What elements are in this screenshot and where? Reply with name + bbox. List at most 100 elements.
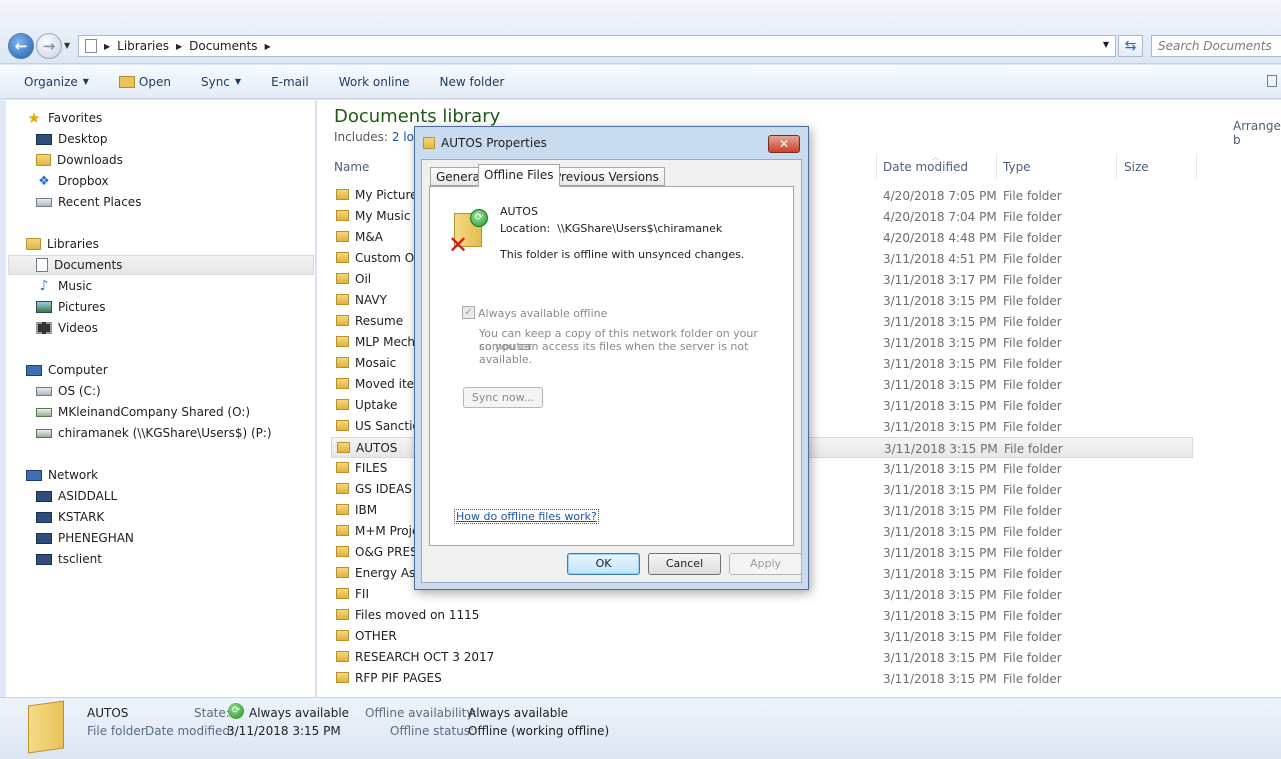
table-row[interactable]: OTHER 3/11/2018 3:15 PM File folder — [331, 626, 1193, 647]
organize-button[interactable]: Organize ▼ — [24, 75, 89, 89]
recent-pages-dropdown-icon[interactable]: ▼ — [64, 41, 70, 50]
cancel-button[interactable]: Cancel — [648, 553, 721, 575]
nav-music[interactable]: ♪ Music — [36, 276, 93, 296]
file-type: File folder — [1003, 210, 1062, 224]
column-divider[interactable] — [1116, 154, 1117, 178]
nav-asiddall[interactable]: ASIDDALL — [36, 486, 117, 506]
ok-button[interactable]: OK — [567, 553, 640, 575]
work-online-button[interactable]: Work online — [339, 75, 410, 89]
nav-pheneghan[interactable]: PHENEGHAN — [36, 528, 134, 548]
nav-network[interactable]: Network — [26, 465, 98, 485]
column-divider[interactable] — [1196, 154, 1197, 178]
folder-icon — [423, 137, 435, 149]
arrange-by-dropdown[interactable]: Arrange b — [1233, 119, 1281, 147]
sync-button[interactable]: Sync ▼ — [201, 75, 241, 89]
breadcrumb-separator-icon[interactable]: ▶ — [176, 42, 182, 51]
file-date: 3/11/2018 3:17 PM — [883, 273, 997, 287]
breadcrumb-libraries[interactable]: Libraries — [117, 39, 169, 53]
column-header-name[interactable]: Name — [334, 160, 369, 174]
nav-tsclient[interactable]: tsclient — [36, 549, 102, 569]
nav-videos[interactable]: Videos — [36, 318, 98, 338]
open-folder-icon — [118, 75, 135, 88]
tab-previous-versions[interactable]: Previous Versions — [548, 167, 665, 186]
file-name: Oil — [355, 272, 372, 286]
file-date: 3/11/2018 3:15 PM — [883, 357, 997, 371]
apply-button[interactable]: Apply — [729, 553, 802, 575]
offline-files-help-link[interactable]: How do offline files work? — [454, 509, 599, 524]
nav-recent-places[interactable]: Recent Places — [36, 192, 141, 212]
sync-label: Sync — [200, 74, 230, 89]
table-row[interactable]: Files moved on 1115 3/11/2018 3:15 PM File… — [331, 605, 1193, 626]
tab-offline-files[interactable]: Offline Files — [478, 164, 560, 187]
includes-line: Includes: 2 loc — [334, 130, 421, 144]
nav-libraries[interactable]: Libraries — [26, 234, 99, 254]
folder-icon — [336, 630, 349, 641]
nav-label: Pictures — [58, 300, 106, 314]
breadcrumb-separator-icon[interactable]: ▶ — [265, 42, 271, 51]
details-name: AUTOS — [87, 706, 129, 720]
file-type: File folder — [1003, 399, 1062, 413]
nav-pictures[interactable]: Pictures — [36, 297, 106, 317]
file-type: File folder — [1003, 630, 1062, 644]
nav-label: MKleinandCompany Shared (O:) — [58, 405, 251, 419]
table-row[interactable]: RFP PIF PAGES 3/11/2018 3:15 PM File folde… — [331, 668, 1193, 689]
address-box[interactable]: ▶ Libraries ▶ Documents ▶ ▼ — [78, 35, 1116, 57]
file-date: 3/11/2018 3:15 PM — [883, 315, 997, 329]
nav-desktop[interactable]: Desktop — [36, 129, 108, 149]
properties-dialog: AUTOS Properties ✕ General Offline Files… — [414, 126, 809, 590]
refresh-button[interactable]: ⇆ — [1118, 35, 1143, 57]
nav-computer[interactable]: Computer — [26, 360, 108, 380]
folder-icon — [336, 336, 349, 347]
column-divider[interactable] — [876, 154, 877, 178]
search-input[interactable]: Search Documents — [1151, 35, 1281, 57]
close-button[interactable]: ✕ — [768, 135, 800, 153]
file-name: US Sanctio — [355, 419, 420, 433]
column-header-size[interactable]: Size — [1124, 160, 1149, 174]
nav-documents[interactable]: Documents — [8, 255, 314, 275]
always-available-checkbox[interactable]: ✓ — [462, 306, 475, 319]
folder-icon — [336, 399, 349, 410]
new-folder-button[interactable]: New folder — [440, 75, 505, 89]
sync-now-button[interactable]: Sync now... — [463, 387, 543, 408]
file-date: 3/11/2018 3:15 PM — [883, 546, 997, 560]
nav-dropbox[interactable]: ❖ Dropbox — [36, 171, 108, 191]
details-date-value: 3/11/2018 3:15 PM — [227, 724, 341, 738]
nav-kstark[interactable]: KSTARK — [36, 507, 104, 527]
address-dropdown-icon[interactable]: ▼ — [1103, 40, 1109, 49]
details-state-label: State: — [194, 706, 230, 720]
file-type: File folder — [1003, 546, 1062, 560]
file-type: File folder — [1003, 252, 1062, 266]
folder-name: AUTOS — [500, 205, 538, 218]
pictures-icon — [36, 301, 52, 313]
file-date: 3/11/2018 3:15 PM — [883, 420, 997, 434]
forward-button[interactable]: → — [36, 33, 62, 59]
nav-shared-o[interactable]: MKleinandCompany Shared (O:) — [36, 402, 250, 422]
offline-folder-icon: ⟳ ✕ — [448, 209, 488, 257]
network-drive-icon — [36, 407, 52, 417]
column-divider[interactable] — [996, 154, 997, 178]
file-date: 3/11/2018 4:51 PM — [883, 252, 997, 266]
nav-downloads[interactable]: Downloads — [36, 150, 123, 170]
open-button[interactable]: Open — [118, 75, 171, 89]
breadcrumb-documents[interactable]: Documents — [189, 39, 257, 53]
back-button[interactable]: ← — [8, 33, 34, 59]
file-date: 3/11/2018 3:15 PM — [883, 672, 997, 686]
nav-favorites[interactable]: ★ Favorites — [26, 108, 102, 128]
file-type: File folder — [1003, 378, 1062, 392]
file-date: 4/20/2018 4:48 PM — [883, 231, 997, 245]
nav-os-c[interactable]: OS (C:) — [36, 381, 101, 401]
table-row[interactable]: RESEARCH OCT 3 2017 3/11/2018 3:15 PM File… — [331, 647, 1193, 668]
nav-share-p[interactable]: chiramanek (\\KGShare\Users$) (P:) — [36, 423, 272, 443]
view-options-icon[interactable] — [1267, 75, 1277, 87]
sync-icon: ⟳ — [470, 209, 488, 227]
column-header-type[interactable]: Type — [1003, 160, 1031, 174]
file-name: My Picture — [355, 188, 418, 202]
email-button[interactable]: E-mail — [271, 75, 309, 89]
breadcrumb-separator-icon[interactable]: ▶ — [104, 42, 110, 51]
file-date: 3/11/2018 3:15 PM — [883, 609, 997, 623]
details-pane: AUTOS File folder State: ⟳ Always availa… — [0, 697, 1281, 759]
details-status-value: Offline (working offline) — [468, 724, 610, 738]
column-header-date[interactable]: Date modified — [883, 160, 968, 174]
music-icon: ♪ — [39, 278, 49, 294]
folder-icon — [336, 294, 349, 305]
